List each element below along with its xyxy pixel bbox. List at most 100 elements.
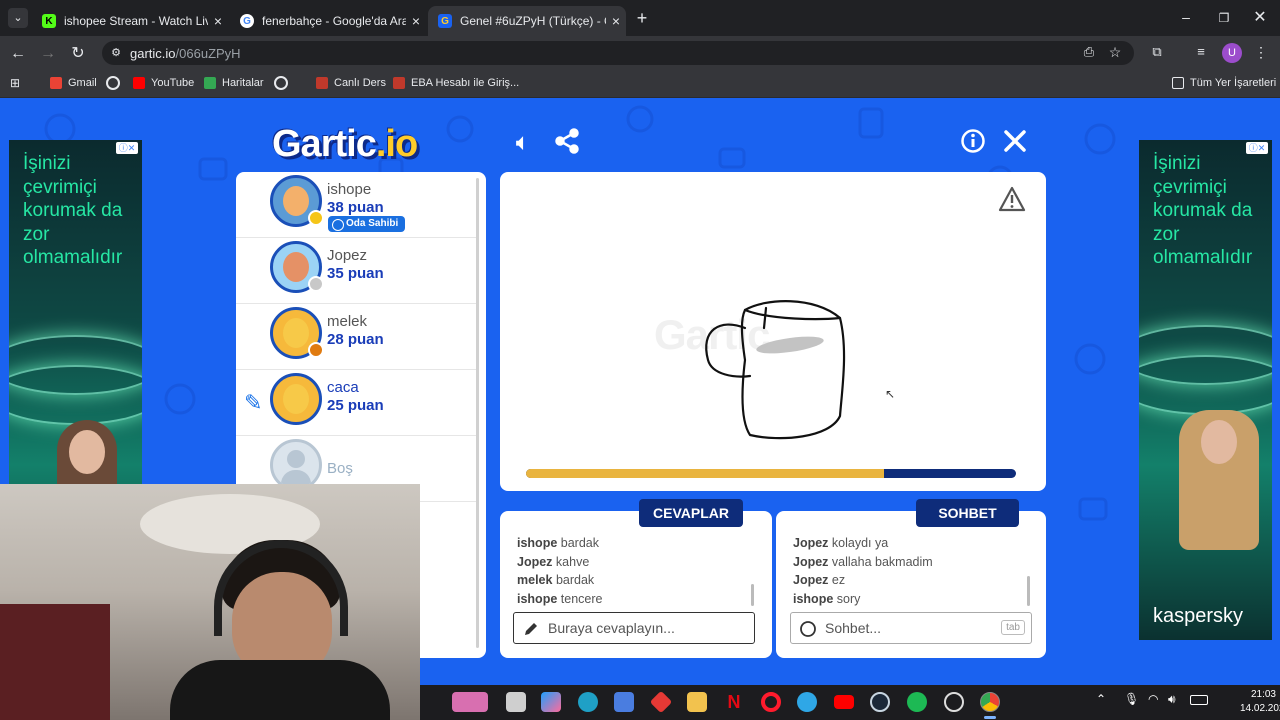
- media-icon[interactable]: ≡: [1192, 44, 1210, 62]
- battery-icon[interactable]: [1190, 695, 1208, 705]
- message-user: melek: [517, 573, 553, 587]
- youtube-icon: [133, 77, 145, 89]
- chrome-icon[interactable]: [980, 692, 1000, 712]
- avatar-head: [283, 318, 309, 348]
- store-icon[interactable]: [614, 692, 634, 712]
- chrome-app-icon[interactable]: [797, 692, 817, 712]
- message-text: bardak: [555, 573, 595, 587]
- player-row[interactable]: ishope 38 puan Oda Sahibi: [236, 172, 476, 238]
- report-warning-icon[interactable]: [998, 186, 1026, 212]
- bookmark-gmail[interactable]: Gmail: [50, 77, 97, 89]
- webcam-person-body: [170, 660, 390, 720]
- file-explorer-icon[interactable]: [687, 692, 707, 712]
- youtube-app-icon[interactable]: [834, 695, 854, 709]
- tab-title: ishopee Stream - Watch Live on: [64, 14, 208, 28]
- browser-tab-active[interactable]: G Genel #6uZPyH (Türkçe) - Gartic ×: [428, 6, 626, 36]
- tab-title: fenerbahçe - Google'da Ara: [262, 14, 406, 28]
- message-text: ez: [831, 573, 846, 587]
- all-bookmarks[interactable]: Tüm Yer İşaretleri: [1172, 77, 1276, 89]
- player-status-dot: [308, 276, 324, 292]
- message-user: ishope: [517, 536, 558, 550]
- player-status-dot: [308, 210, 324, 226]
- gmail-icon: [50, 77, 62, 89]
- chrome-active-indicator: [984, 716, 996, 719]
- app-icon[interactable]: [944, 692, 964, 712]
- spotify-icon[interactable]: [907, 692, 927, 712]
- maximize-button[interactable]: ❐: [1214, 8, 1234, 28]
- message-text: tencere: [560, 591, 603, 606]
- copilot-icon[interactable]: [541, 692, 561, 712]
- bookmark-star-icon[interactable]: ☆: [1106, 44, 1124, 62]
- volume-icon[interactable]: 🔊︎: [1168, 692, 1176, 707]
- player-row[interactable]: melek 28 puan: [236, 304, 476, 370]
- ad-text: İşinizi çevrimiçi korumak da zor olmamal…: [1153, 153, 1253, 268]
- answer-message: Jopez kahve: [517, 553, 747, 572]
- steam-icon[interactable]: [870, 692, 890, 712]
- close-tab-icon[interactable]: ×: [606, 13, 626, 29]
- browser-tab[interactable]: K ishopee Stream - Watch Live on ×: [32, 6, 228, 36]
- task-view-icon[interactable]: [506, 692, 526, 712]
- gartic-logo[interactable]: Gartic.io: [272, 123, 418, 166]
- info-icon[interactable]: [958, 128, 988, 158]
- chat-scrollbar[interactable]: [1027, 576, 1030, 606]
- close-tab-icon[interactable]: ×: [208, 13, 228, 29]
- tray-chevron-icon[interactable]: ⌃: [1096, 692, 1106, 706]
- globe-icon[interactable]: [274, 76, 288, 90]
- share-icon[interactable]: [552, 128, 582, 158]
- google-icon: G: [240, 14, 254, 28]
- message-user: Jopez: [793, 573, 829, 587]
- answers-scrollbar[interactable]: [751, 584, 754, 606]
- close-window-button[interactable]: ✕: [1250, 8, 1270, 28]
- chat-input[interactable]: Sohbet... tab: [790, 612, 1032, 644]
- player-row[interactable]: Jopez 35 puan: [236, 238, 476, 304]
- url-text[interactable]: gartic.io/066uZPyH: [130, 46, 241, 61]
- chat-message: Jopez vallaha bakmadim: [793, 553, 1023, 572]
- chat-bubble-icon: [800, 621, 816, 637]
- round-timer-bar: [526, 469, 1016, 478]
- wifi-icon[interactable]: ◠: [1148, 692, 1158, 706]
- sound-icon[interactable]: 🔈︎: [508, 128, 538, 158]
- bookmark-youtube[interactable]: YouTube: [133, 77, 194, 89]
- answer-message: melek bardak: [517, 571, 747, 590]
- answer-input[interactable]: Buraya cevaplayın...: [513, 612, 755, 644]
- players-scrollbar[interactable]: [476, 178, 479, 648]
- url-path: /066uZPyH: [175, 46, 241, 61]
- back-icon[interactable]: ←: [8, 44, 28, 64]
- close-tab-icon[interactable]: ×: [406, 13, 426, 29]
- bookmark-maps[interactable]: Haritalar: [204, 77, 264, 89]
- globe-icon[interactable]: [106, 76, 120, 90]
- reload-icon[interactable]: ↻: [68, 44, 88, 64]
- apps-icon[interactable]: ⊞: [10, 76, 24, 90]
- taskbar-clock[interactable]: 21:03 14.02.2026: [1240, 688, 1280, 716]
- bookmark-canli-ders[interactable]: Canlı Ders: [316, 77, 386, 89]
- widgets-icon[interactable]: [452, 692, 488, 712]
- chat-message: Jopez ez: [793, 571, 1023, 590]
- drawing-sketch: [705, 300, 846, 440]
- minimize-button[interactable]: –: [1176, 8, 1196, 28]
- browser-tab[interactable]: G fenerbahçe - Google'da Ara ×: [230, 6, 426, 36]
- site-info-icon[interactable]: ⚙: [108, 45, 124, 61]
- forward-icon[interactable]: →: [38, 44, 58, 64]
- avatar-head: [283, 186, 309, 216]
- tab-title: Genel #6uZPyH (Türkçe) - Gartic: [460, 14, 606, 28]
- tab-search-button[interactable]: ⌄: [8, 8, 28, 28]
- bookmark-eba[interactable]: EBA Hesabı ile Giriş...: [393, 77, 519, 89]
- netflix-icon[interactable]: N: [724, 692, 744, 712]
- profile-avatar[interactable]: U: [1222, 43, 1242, 63]
- opera-icon[interactable]: [761, 692, 781, 712]
- avatar-head: [283, 252, 309, 282]
- microphone-icon[interactable]: 🎙︎: [1124, 692, 1139, 706]
- right-advertisement[interactable]: ⓘ✕ İşinizi çevrimiçi korumak da zor olma…: [1139, 140, 1272, 640]
- extensions-icon[interactable]: ⧉: [1148, 44, 1166, 62]
- install-icon[interactable]: ⎙: [1080, 44, 1098, 62]
- player-row-drawing[interactable]: ✎ caca 25 puan: [236, 370, 476, 436]
- new-tab-button[interactable]: +: [632, 8, 652, 28]
- menu-icon[interactable]: ⋮: [1254, 44, 1268, 62]
- close-icon[interactable]: [1000, 128, 1030, 158]
- pencil-icon: ✎: [244, 390, 263, 415]
- tab-key-hint: tab: [1001, 620, 1025, 635]
- omnibox[interactable]: [102, 41, 1134, 65]
- player-points: 25 puan: [327, 397, 384, 414]
- player-points: 28 puan: [327, 331, 384, 348]
- edge-icon[interactable]: [578, 692, 598, 712]
